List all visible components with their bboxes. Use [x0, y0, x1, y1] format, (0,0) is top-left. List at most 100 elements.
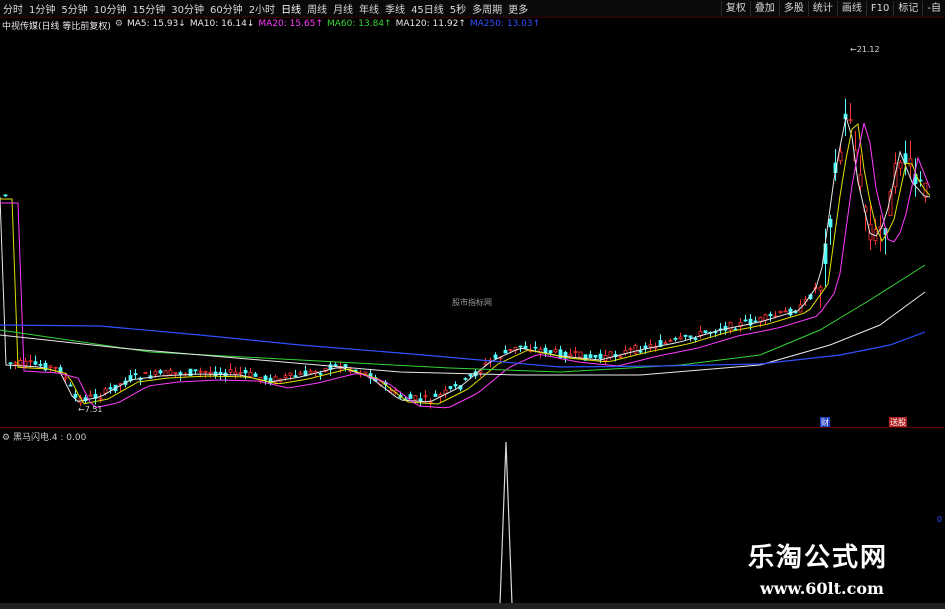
overlay-button[interactable]: 叠加	[749, 1, 779, 16]
candle-body	[88, 394, 93, 397]
candle-body	[503, 349, 508, 354]
candle-body	[593, 355, 598, 358]
candle-body	[638, 350, 643, 353]
period-tabs: 分时 1分钟 5分钟 10分钟 15分钟 30分钟 60分钟 2小时 日线 周线…	[0, 1, 531, 16]
candle-body	[158, 370, 163, 374]
period-tab-fenshi[interactable]: 分时	[0, 1, 26, 16]
candle-body	[98, 397, 103, 400]
candle-body	[173, 372, 178, 375]
candle-body	[763, 314, 768, 321]
candle-body	[218, 372, 223, 375]
fuquan-button[interactable]: 复权	[720, 1, 750, 16]
toolbar-right-buttons: 复权 叠加 多股 统计 画线 F10 标记 -自	[720, 0, 945, 17]
candle-body	[433, 393, 438, 397]
candle-body	[858, 174, 863, 187]
candle-body	[53, 366, 58, 369]
period-tab-60min[interactable]: 60分钟	[207, 1, 246, 16]
candle-body	[198, 370, 203, 373]
stats-button[interactable]: 统计	[807, 1, 837, 16]
candle-body	[828, 218, 833, 228]
candle-body	[428, 401, 433, 404]
period-tab-day[interactable]: 日线	[278, 1, 304, 16]
candle-body	[553, 349, 558, 353]
period-tab-quarter[interactable]: 季线	[382, 1, 408, 16]
period-tab-month[interactable]: 月线	[330, 1, 356, 16]
candle-body	[48, 365, 53, 369]
period-tab-15min[interactable]: 15分钟	[129, 1, 168, 16]
candle-body	[298, 372, 303, 375]
candle-body	[548, 350, 553, 354]
high-price-label: ←21.12	[850, 45, 880, 54]
candle-body	[778, 310, 783, 314]
candle-body	[408, 394, 413, 399]
period-tab-2hour[interactable]: 2小时	[246, 1, 278, 16]
candle-body	[68, 384, 73, 387]
candle-body	[618, 355, 623, 358]
candle-body	[103, 388, 108, 394]
kline-chart[interactable]	[0, 30, 945, 427]
candle-body	[318, 372, 323, 375]
candle-body	[73, 393, 78, 398]
candle-body	[598, 353, 603, 359]
candle-body	[588, 354, 593, 358]
candle-body	[668, 339, 673, 342]
candle-body	[23, 360, 28, 366]
candle-body	[908, 158, 913, 167]
candle-body	[628, 348, 633, 351]
candle-body	[233, 371, 238, 375]
candle-body	[108, 387, 113, 390]
custom-button[interactable]: -自	[922, 1, 945, 16]
low-price-label: ←7.51	[78, 405, 103, 414]
multi-stock-button[interactable]: 多股	[778, 1, 808, 16]
candle-body	[153, 370, 158, 376]
ma250-line	[0, 324, 926, 368]
f10-button[interactable]: F10	[865, 1, 893, 16]
candle-body	[308, 370, 313, 374]
candle-body	[263, 375, 268, 381]
candle-body	[698, 331, 703, 336]
candle-body	[143, 372, 148, 374]
candle-body	[253, 373, 258, 377]
candle-body	[578, 351, 583, 358]
period-tab-5min[interactable]: 5分钟	[58, 1, 90, 16]
period-tab-30min[interactable]: 30分钟	[168, 1, 207, 16]
arrow-icon: ←	[850, 45, 857, 54]
period-tab-week[interactable]: 周线	[304, 1, 330, 16]
candle-body	[518, 345, 523, 348]
candle-body	[293, 375, 298, 378]
panel-divider	[0, 427, 945, 428]
period-tab-10min[interactable]: 10分钟	[91, 1, 130, 16]
candle-body	[8, 362, 13, 365]
candle-body	[703, 330, 708, 334]
candle-body	[133, 373, 138, 376]
period-tab-1min[interactable]: 1分钟	[26, 1, 58, 16]
ma10-line	[0, 123, 931, 405]
candle-body	[208, 371, 213, 374]
candle-body	[13, 362, 18, 365]
scrollbar[interactable]	[0, 603, 945, 609]
candle-body	[38, 363, 43, 366]
candle-body	[508, 349, 513, 351]
candle-body	[18, 360, 23, 366]
candle-body	[468, 374, 473, 377]
draw-line-button[interactable]: 画线	[836, 1, 866, 16]
candle-body	[693, 338, 698, 340]
candle-body	[533, 346, 538, 349]
period-tab-45day[interactable]: 45日线	[408, 1, 447, 16]
period-tab-multi[interactable]: 多周期	[469, 1, 505, 16]
period-tab-year[interactable]: 年线	[356, 1, 382, 16]
period-tab-5sec[interactable]: 5秒	[447, 1, 469, 16]
candle-body	[523, 345, 528, 349]
mark-button[interactable]: 标记	[893, 1, 922, 16]
candle-body	[193, 369, 198, 372]
candle-body	[363, 371, 368, 375]
site-url: www.60lt.com	[760, 579, 884, 598]
candle-body	[753, 320, 758, 323]
candle-body	[678, 336, 683, 340]
candle-body	[333, 364, 338, 367]
period-tab-more[interactable]: 更多	[505, 1, 531, 16]
indicator-axis-value: 0	[937, 515, 943, 524]
candle-body	[898, 161, 903, 169]
candle-body	[243, 369, 248, 374]
candle-body	[818, 286, 823, 291]
